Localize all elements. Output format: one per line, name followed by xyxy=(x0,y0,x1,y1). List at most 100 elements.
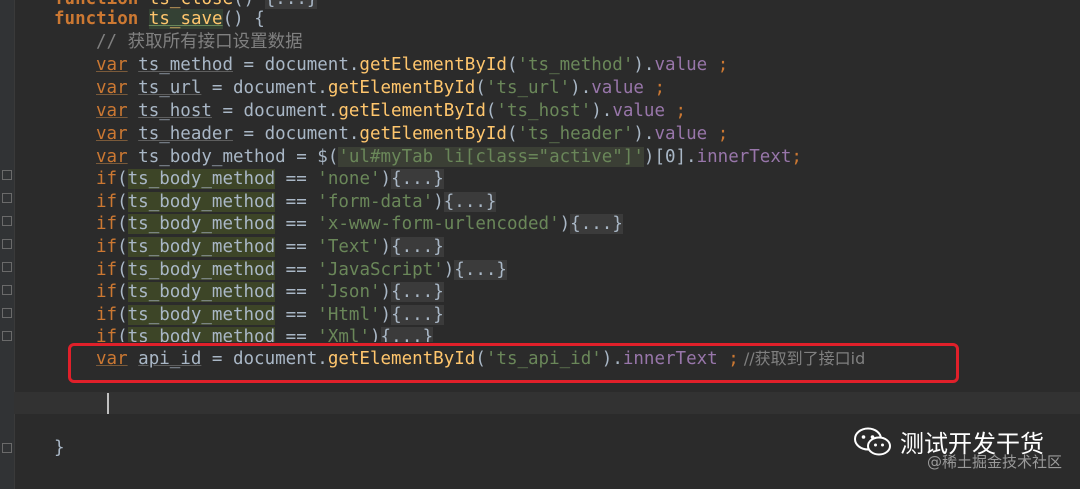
code-line[interactable]: if(ts_body_method == 'Html'){...} xyxy=(96,304,444,326)
code-text: = document. xyxy=(211,101,339,121)
code-line[interactable]: var ts_body_method = $('ul#myTab li[clas… xyxy=(96,146,802,168)
code-line[interactable]: var ts_method = document.getElementById(… xyxy=(96,54,728,76)
method-name: getElementById xyxy=(359,124,507,144)
code-text: () { xyxy=(222,9,265,29)
folded-block[interactable]: {...} xyxy=(391,237,444,257)
variable-name: ts_body_method xyxy=(127,305,276,325)
variable-name: ts_method xyxy=(138,55,233,75)
code-line[interactable]: // 获取所有接口设置数据 xyxy=(96,31,303,53)
closing-brace: } xyxy=(54,438,65,458)
code-line[interactable]: if(ts_body_method == 'Text'){...} xyxy=(96,236,444,258)
fold-marker-icon[interactable] xyxy=(2,308,12,318)
code-text: ( xyxy=(117,260,128,280)
folded-block[interactable]: {...} xyxy=(443,192,497,212)
folded-block[interactable]: {...} xyxy=(391,282,444,302)
code-line[interactable]: } xyxy=(54,437,65,459)
code-line[interactable]: var ts_host = document.getElementById('t… xyxy=(96,100,686,122)
keyword-var: var xyxy=(96,55,128,75)
code-text: ; xyxy=(707,55,729,75)
code-text: ) xyxy=(369,327,381,342)
wechat-icon xyxy=(854,427,892,457)
code-line[interactable]: var ts_url = document.getElementById('ts… xyxy=(96,77,665,99)
code-text: ) xyxy=(380,305,392,325)
code-line[interactable]: function ts_save() { xyxy=(54,8,265,30)
code-line[interactable]: if(ts_body_method == 'Json'){...} xyxy=(96,281,444,303)
variable-name: ts_header xyxy=(138,124,233,144)
folded-block[interactable]: {...} xyxy=(380,327,434,342)
code-editor[interactable]: function ts_close() {...} function ts_sa… xyxy=(14,0,1080,489)
fold-marker-icon[interactable] xyxy=(2,193,12,203)
string-literal: 'ts_method' xyxy=(517,55,634,75)
code-text: ( xyxy=(117,237,128,257)
fold-marker-icon[interactable] xyxy=(2,285,12,295)
string-literal: 'Html' xyxy=(317,305,381,325)
code-line[interactable]: var ts_header = document.getElementById(… xyxy=(96,123,728,145)
fold-marker-icon[interactable] xyxy=(2,443,12,453)
code-text: ( xyxy=(117,305,128,325)
fold-marker-icon[interactable] xyxy=(2,170,12,180)
code-line[interactable]: if(ts_body_method == 'x-www-form-urlenco… xyxy=(96,213,623,235)
folded-block[interactable]: {...} xyxy=(570,214,623,234)
fold-marker-icon[interactable] xyxy=(2,262,12,272)
code-text: ) xyxy=(380,282,392,302)
string-literal: 'ts_url' xyxy=(485,78,571,98)
method-name: getElementById xyxy=(338,101,486,121)
code-comment: // 获取所有接口设置数据 xyxy=(96,32,303,52)
variable-name: ts_body_method xyxy=(127,282,276,302)
code-line[interactable]: if(ts_body_method == 'none'){...} xyxy=(96,168,444,190)
code-text: ; xyxy=(707,124,729,144)
code-text: ( xyxy=(117,192,128,212)
code-text: ) xyxy=(433,192,444,212)
fold-marker-icon[interactable] xyxy=(2,331,12,341)
code-line[interactable]: if(ts_body_method == 'form-data'){...} xyxy=(96,191,497,213)
code-text: ) xyxy=(380,169,392,189)
fold-marker-icon[interactable] xyxy=(2,216,12,226)
variable-name: ts_body_method xyxy=(127,192,276,212)
folded-block[interactable]: {...} xyxy=(391,169,444,189)
folded-block[interactable]: {...} xyxy=(454,260,507,280)
code-text: ( xyxy=(117,214,128,234)
keyword-var: var xyxy=(96,124,128,144)
property-name: value xyxy=(591,78,644,98)
code-text: ( xyxy=(506,124,518,144)
variable-name: ts_body_method xyxy=(127,237,276,257)
property-name: innerText xyxy=(696,147,792,167)
property-name: value xyxy=(654,55,708,75)
string-literal: 'Xml' xyxy=(317,327,370,342)
keyword-if: if xyxy=(96,192,118,212)
string-literal: 'JavaScript' xyxy=(317,260,444,280)
variable-name: ts_body_method xyxy=(127,327,276,342)
current-line-highlight xyxy=(14,392,1080,414)
keyword-var: var xyxy=(96,101,128,121)
variable-name: ts_body_method xyxy=(138,147,286,167)
code-text: = document. xyxy=(201,78,328,98)
keyword-if: if xyxy=(96,214,118,234)
keyword-var: var xyxy=(96,147,128,167)
keyword-if: if xyxy=(96,237,118,257)
fold-marker-icon[interactable] xyxy=(2,239,12,249)
code-text: ). xyxy=(591,101,613,121)
property-name: value xyxy=(612,101,666,121)
code-text: = document. xyxy=(232,124,360,144)
string-literal: 'ts_header' xyxy=(517,124,634,144)
code-text: == xyxy=(275,169,318,189)
property-name: value xyxy=(654,124,708,144)
code-text: == xyxy=(275,260,318,280)
code-line[interactable]: if(ts_body_method == 'JavaScript'){...} xyxy=(96,259,507,281)
code-text: == xyxy=(275,305,318,325)
string-literal: 'ts_host' xyxy=(496,101,592,121)
function-name: ts_save xyxy=(148,9,223,29)
variable-name: ts_body_method xyxy=(127,169,276,189)
string-literal: 'form-data' xyxy=(317,192,434,212)
variable-name: ts_body_method xyxy=(127,214,276,234)
text-cursor xyxy=(107,393,109,414)
code-line[interactable]: if(ts_body_method == 'Xml'){...} xyxy=(96,326,434,342)
string-literal: 'ul#myTab li[class="active"]' xyxy=(338,147,644,167)
code-text: == xyxy=(275,237,318,257)
keyword-var: var xyxy=(96,78,128,98)
code-text: ) xyxy=(443,260,455,280)
folded-block[interactable]: {...} xyxy=(391,305,444,325)
variable-name: ts_host xyxy=(138,101,212,121)
variable-name: ts_url xyxy=(138,78,202,98)
folded-block[interactable]: {...} xyxy=(264,0,318,9)
